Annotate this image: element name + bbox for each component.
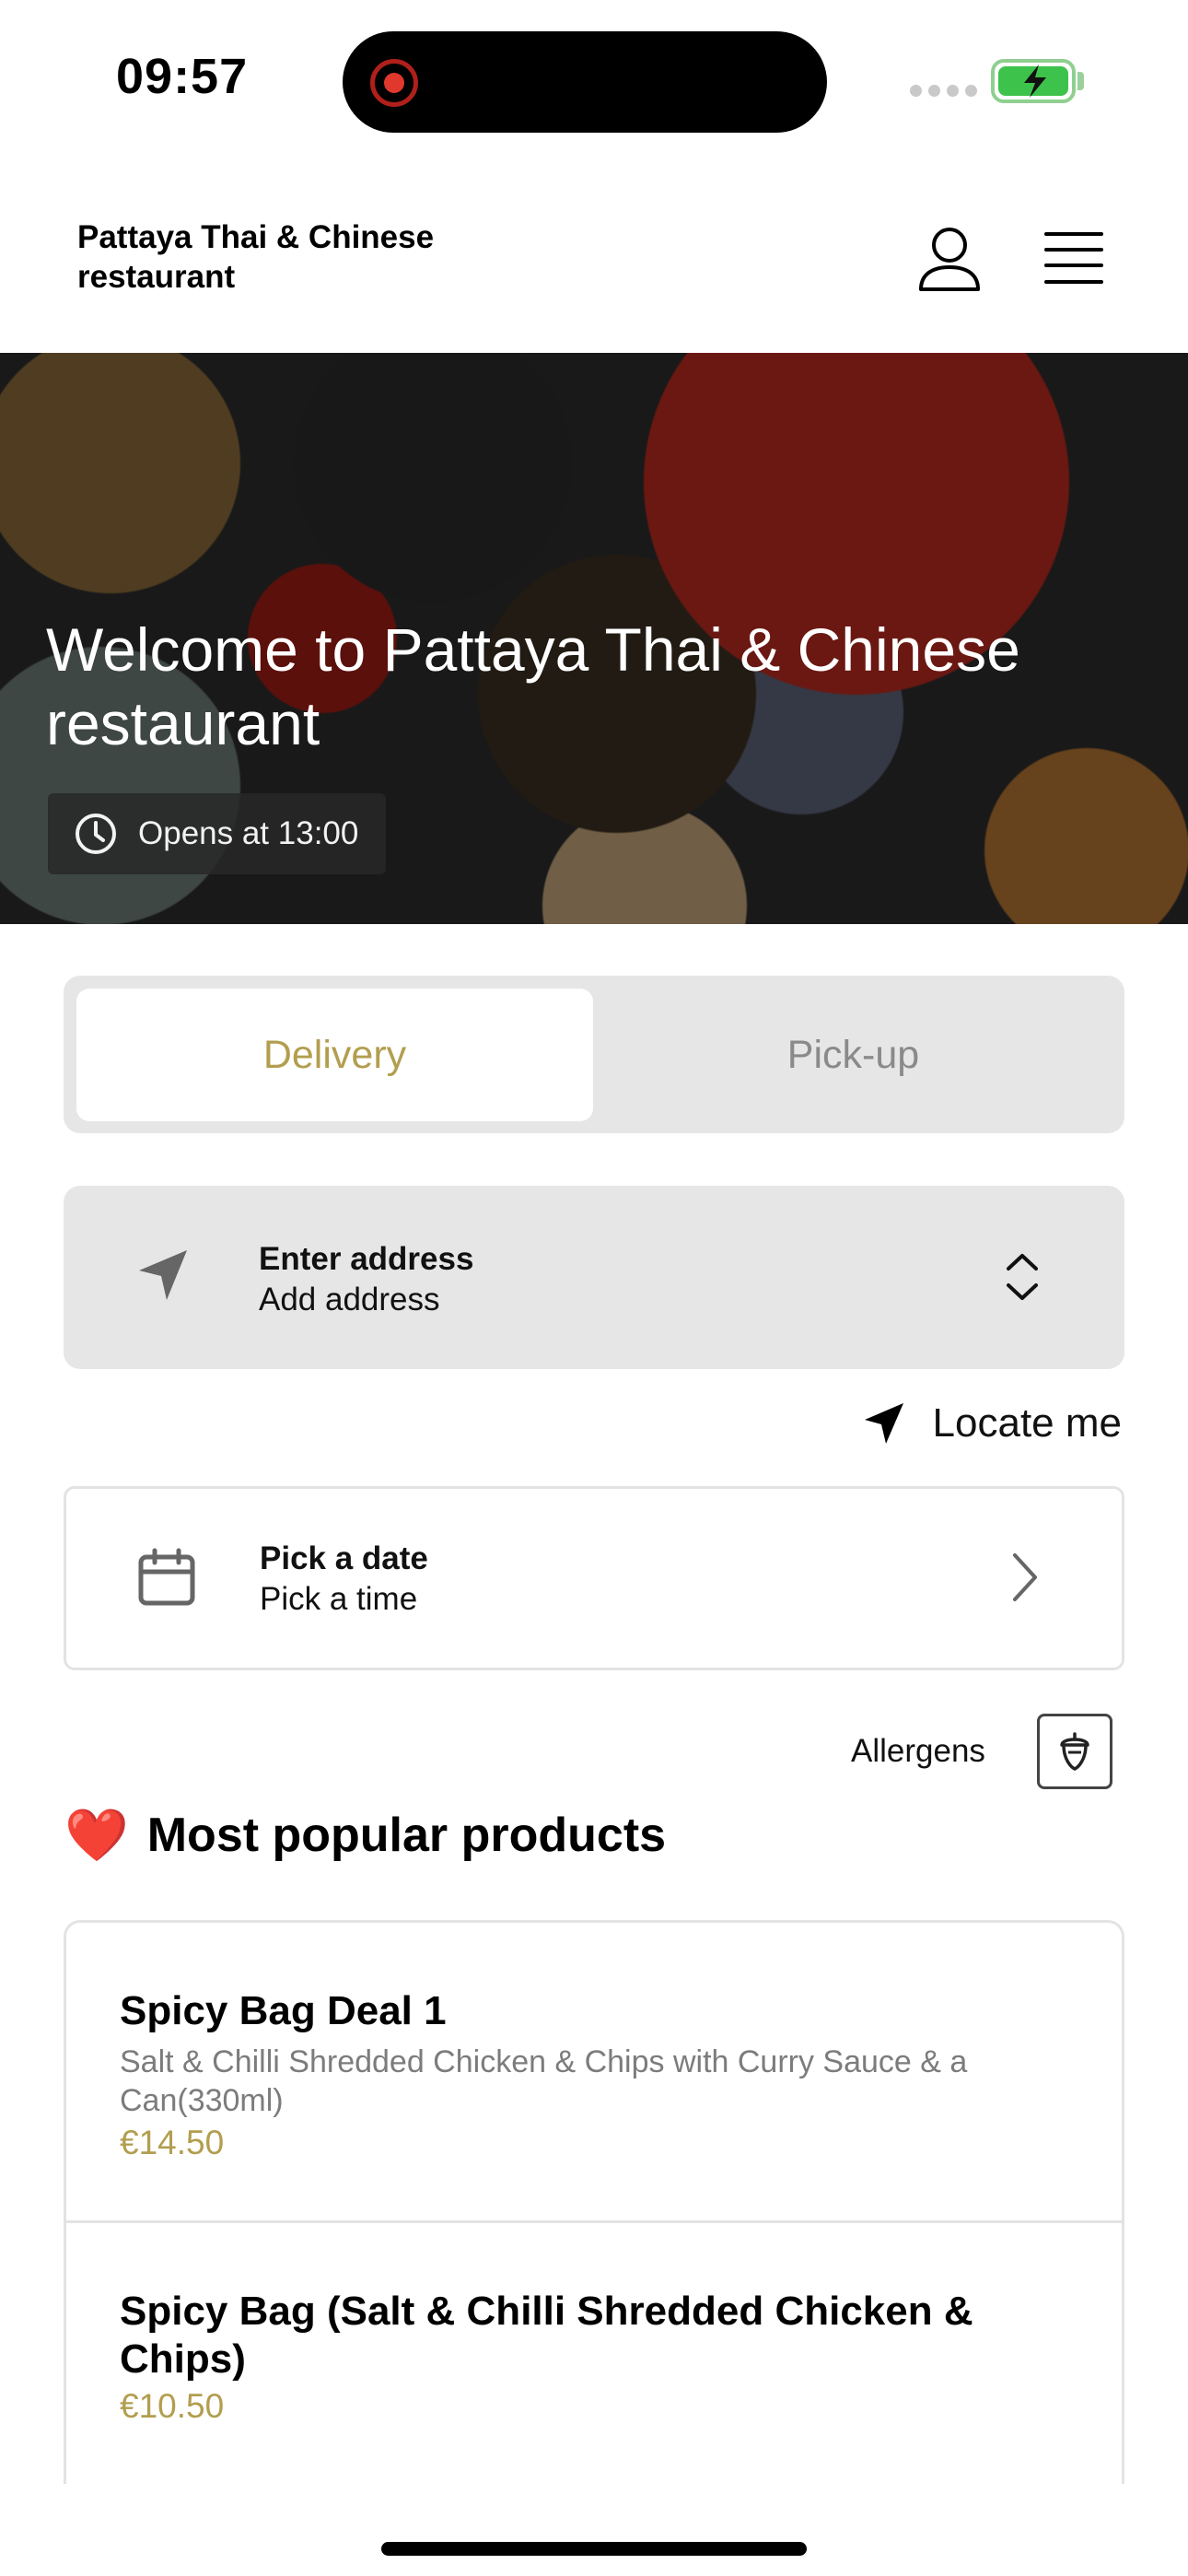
product-description: Salt & Chilli Shredded Chicken & Chips w… bbox=[120, 2044, 968, 2118]
hamburger-menu-button[interactable] bbox=[1044, 232, 1103, 284]
product-list: Spicy Bag Deal 1 Salt & Chilli Shredded … bbox=[64, 1920, 1124, 2484]
user-icon bbox=[919, 228, 980, 291]
date-time-picker[interactable]: Pick a date Pick a time bbox=[64, 1486, 1124, 1670]
address-title: Enter address bbox=[259, 1241, 474, 1277]
location-arrow-icon bbox=[139, 1250, 187, 1300]
status-time: 09:57 bbox=[116, 49, 249, 104]
product-card[interactable]: Spicy Bag Deal 1 Salt & Chilli Shredded … bbox=[66, 1923, 1122, 2223]
locate-me-button[interactable]: Locate me bbox=[863, 1400, 1122, 1446]
heart-icon: ❤️ bbox=[64, 1806, 129, 1864]
allergens-filter: Allergens bbox=[851, 1714, 1112, 1789]
home-indicator[interactable] bbox=[381, 2542, 807, 2556]
product-card[interactable]: Spicy Bag (Salt & Chilli Shredded Chicke… bbox=[66, 2223, 1122, 2484]
battery-charging-icon bbox=[991, 59, 1076, 103]
product-name: Spicy Bag (Salt & Chilli Shredded Chicke… bbox=[120, 2289, 973, 2382]
chevron-right-icon bbox=[1013, 1553, 1037, 1601]
acorn-icon bbox=[1060, 1732, 1089, 1771]
product-name: Spicy Bag Deal 1 bbox=[120, 1988, 447, 2033]
product-price: €10.50 bbox=[120, 2387, 225, 2425]
status-bar: 09:57 bbox=[0, 0, 1188, 157]
location-arrow-icon bbox=[864, 1403, 903, 1444]
allergens-button[interactable] bbox=[1036, 1714, 1112, 1789]
address-subtitle: Add address bbox=[259, 1282, 440, 1317]
app-header: Pattaya Thai & Chinese restaurant bbox=[0, 157, 1188, 353]
opening-hours-text: Opens at 13:00 bbox=[138, 815, 359, 851]
restaurant-name[interactable]: Pattaya Thai & Chinese restaurant bbox=[77, 217, 446, 297]
popular-products-heading: ❤️ Most popular products bbox=[64, 1808, 666, 1863]
product-price: €14.50 bbox=[120, 2124, 225, 2161]
clock-icon bbox=[76, 814, 116, 854]
recording-indicator-icon bbox=[370, 59, 418, 107]
tab-pickup[interactable]: Pick-up bbox=[595, 989, 1112, 1121]
hero-banner: Welcome to Pattaya Thai & Chinese restau… bbox=[0, 353, 1188, 924]
address-selector[interactable]: Enter address Add address bbox=[64, 1186, 1124, 1369]
order-mode-toggle: Delivery Pick-up bbox=[64, 976, 1124, 1133]
cellular-signal-icon bbox=[910, 85, 977, 97]
allergens-label: Allergens bbox=[851, 1733, 985, 1769]
locate-me-label: Locate me bbox=[932, 1400, 1122, 1446]
date-title: Pick a date bbox=[260, 1540, 428, 1576]
chevron-up-down-icon bbox=[1007, 1254, 1038, 1300]
opening-hours-badge: Opens at 13:00 bbox=[48, 793, 387, 874]
hero-title: Welcome to Pattaya Thai & Chinese restau… bbox=[46, 615, 1020, 757]
tab-delivery[interactable]: Delivery bbox=[76, 989, 593, 1121]
account-button[interactable] bbox=[917, 227, 982, 298]
calendar-icon bbox=[138, 1548, 195, 1606]
dynamic-island bbox=[343, 31, 827, 133]
popular-products-title: Most popular products bbox=[146, 1809, 667, 1862]
time-subtitle: Pick a time bbox=[260, 1581, 418, 1617]
battery-cap bbox=[1077, 72, 1084, 90]
